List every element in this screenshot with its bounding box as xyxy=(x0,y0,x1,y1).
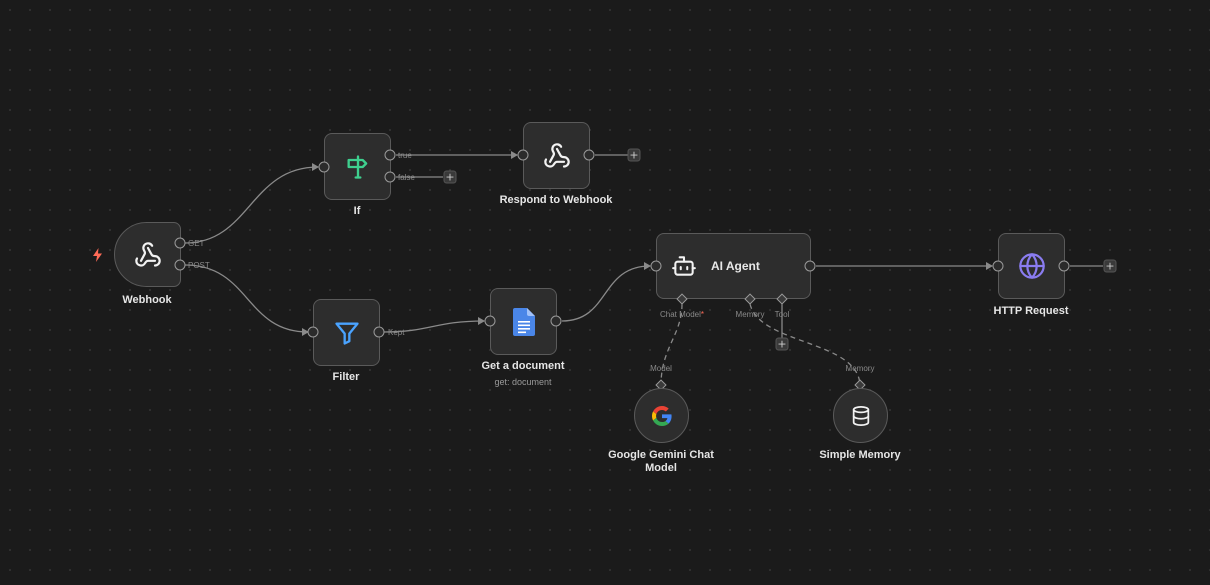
if-output-false-handle[interactable] xyxy=(384,171,396,183)
workflow-canvas[interactable]: GET POST Webhook true false + If + Respo… xyxy=(0,0,1210,585)
filter-input-handle[interactable] xyxy=(307,326,319,338)
webhook-icon xyxy=(134,241,162,269)
respond-to-webhook-node[interactable] xyxy=(523,122,590,189)
simple-memory-node[interactable] xyxy=(833,388,888,443)
filter-node[interactable] xyxy=(313,299,380,366)
google-icon xyxy=(651,405,672,426)
edge-webhook-get-to-if[interactable] xyxy=(184,163,319,244)
http-request-node[interactable] xyxy=(998,233,1065,299)
signpost-icon xyxy=(344,153,372,181)
webhook-output-get-handle[interactable] xyxy=(174,237,186,249)
http-request-node-label: HTTP Request xyxy=(993,305,1069,317)
ai-agent-title: AI Agent xyxy=(711,259,760,273)
edge-getdoc-to-agent[interactable] xyxy=(561,262,651,322)
gemini-model-port-label: Model xyxy=(650,364,672,373)
robot-icon xyxy=(671,253,697,279)
add-tool-button[interactable]: + xyxy=(775,337,789,351)
get-document-input-handle[interactable] xyxy=(484,315,496,327)
webhook-output-post-label: POST xyxy=(188,261,210,270)
funnel-icon xyxy=(333,319,361,347)
webhook-node[interactable] xyxy=(114,222,181,287)
filter-output-kept-handle[interactable] xyxy=(373,326,385,338)
respond-output-handle[interactable] xyxy=(583,149,595,161)
webhook-icon xyxy=(543,142,571,170)
database-icon xyxy=(850,405,872,427)
http-request-add-button[interactable]: + xyxy=(1103,259,1117,273)
respond-node-label: Respond to Webhook xyxy=(499,194,613,206)
memory-port-label: Memory xyxy=(845,364,875,373)
ai-agent-node[interactable]: AI Agent xyxy=(656,233,811,299)
get-document-node-label: Get a document xyxy=(481,360,565,372)
ai-agent-chat-model-label: Chat Model* xyxy=(659,310,705,319)
get-document-output-handle[interactable] xyxy=(550,315,562,327)
gemini-chat-model-node[interactable] xyxy=(634,388,689,443)
if-input-handle[interactable] xyxy=(318,161,330,173)
if-node-label: If xyxy=(353,205,361,217)
filter-output-kept-label: Kept xyxy=(388,328,405,337)
if-false-add-button[interactable]: + xyxy=(443,170,457,184)
edge-webhook-post-to-filter[interactable] xyxy=(184,264,309,336)
if-node[interactable] xyxy=(324,133,391,200)
webhook-output-get-label: GET xyxy=(188,239,205,248)
webhook-node-label: Webhook xyxy=(122,294,172,306)
globe-icon xyxy=(1018,252,1046,280)
if-output-false-label: false xyxy=(398,173,415,182)
get-document-node[interactable] xyxy=(490,288,557,355)
google-docs-icon xyxy=(512,307,535,336)
respond-add-button[interactable]: + xyxy=(627,148,641,162)
trigger-bolt-icon xyxy=(93,248,102,262)
gemini-chat-model-label: Google Gemini Chat Model xyxy=(608,449,714,474)
respond-input-handle[interactable] xyxy=(517,149,529,161)
webhook-output-post-handle[interactable] xyxy=(174,259,186,271)
ai-agent-tool-label: Tool xyxy=(774,310,790,319)
filter-node-label: Filter xyxy=(332,371,360,383)
ai-agent-memory-label: Memory xyxy=(735,310,765,319)
required-marker: * xyxy=(700,310,705,319)
if-output-true-handle[interactable] xyxy=(384,149,396,161)
http-request-output-handle[interactable] xyxy=(1058,260,1070,272)
get-document-node-sublabel: get: document xyxy=(494,377,552,387)
if-output-true-label: true xyxy=(398,151,412,160)
edge-memory-to-agent[interactable] xyxy=(749,303,861,386)
ai-agent-input-handle[interactable] xyxy=(650,260,662,272)
ai-agent-output-handle[interactable] xyxy=(804,260,816,272)
http-request-input-handle[interactable] xyxy=(992,260,1004,272)
simple-memory-label: Simple Memory xyxy=(819,449,901,461)
